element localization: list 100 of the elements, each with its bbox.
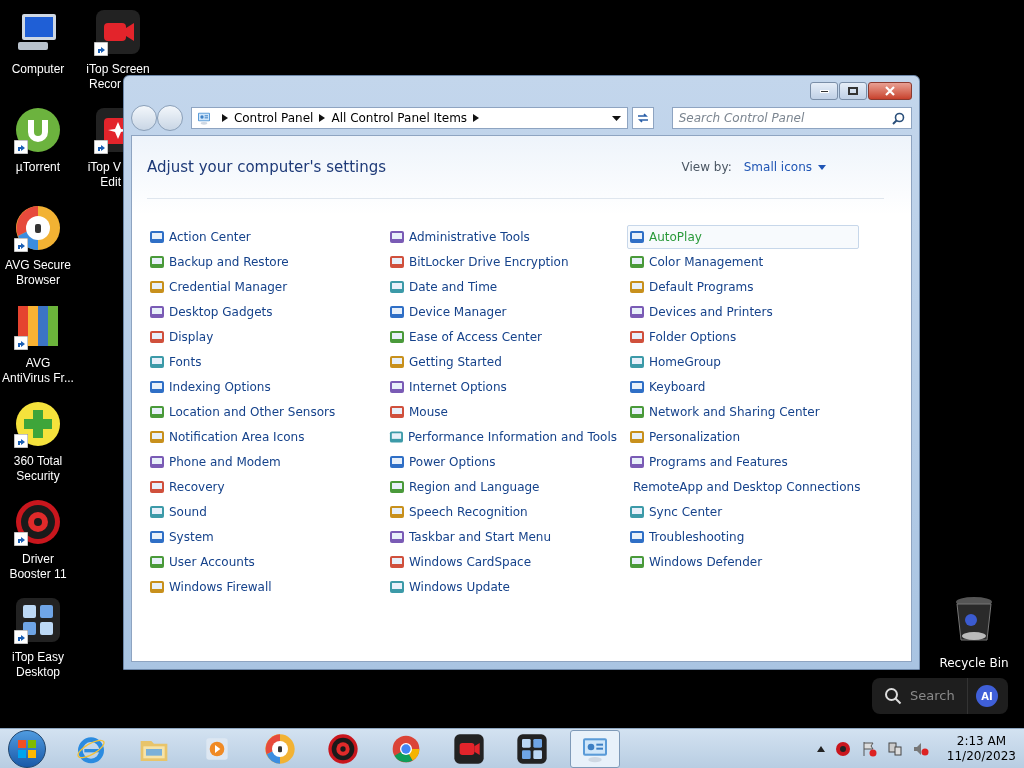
start-button[interactable] bbox=[8, 729, 46, 768]
desktop-icon-label[interactable]: Booster 11 bbox=[9, 567, 67, 582]
control-panel-item[interactable]: Windows Defender bbox=[627, 550, 859, 574]
applet-icon bbox=[629, 379, 645, 395]
desktop-icon-label[interactable]: Security bbox=[16, 469, 60, 484]
control-panel-item[interactable]: Color Management bbox=[627, 250, 859, 274]
control-panel-item[interactable]: Desktop Gadgets bbox=[147, 300, 379, 324]
control-panel-item[interactable]: System bbox=[147, 525, 379, 549]
applet-icon bbox=[149, 429, 165, 445]
desktop-icon-label[interactable]: µTorrent bbox=[15, 160, 61, 175]
applet-icon bbox=[629, 429, 645, 445]
forward-button[interactable] bbox=[156, 105, 183, 131]
applet-icon bbox=[389, 504, 405, 520]
applet-icon bbox=[629, 504, 645, 520]
dropdown-icon[interactable] bbox=[611, 115, 621, 121]
recycle-bin-icon bbox=[954, 596, 994, 644]
applet-icon bbox=[629, 554, 645, 570]
control-panel-item[interactable]: Fonts bbox=[147, 350, 379, 374]
desktop-icon-label[interactable]: iTop V bbox=[87, 160, 121, 175]
breadcrumb[interactable]: All Control Panel Items bbox=[331, 109, 468, 127]
control-panel-item[interactable]: Windows Update bbox=[387, 575, 619, 599]
ai-assistant-button[interactable]: AI bbox=[976, 685, 998, 707]
show-hidden-icons[interactable] bbox=[816, 745, 825, 752]
control-panel-item[interactable]: Ease of Access Center bbox=[387, 325, 619, 349]
control-panel-item[interactable]: Taskbar and Start Menu bbox=[387, 525, 619, 549]
control-panel-item[interactable]: Internet Options bbox=[387, 375, 619, 399]
desktop-icon-label[interactable]: AntiVirus Fr... bbox=[2, 371, 74, 386]
control-panel-item[interactable]: Network and Sharing Center bbox=[627, 400, 859, 424]
clock-date[interactable]: 11/20/2023 bbox=[946, 748, 1016, 764]
applet-icon bbox=[389, 429, 404, 445]
desktop-icon-label[interactable]: iTop Easy bbox=[12, 650, 64, 665]
control-panel-item[interactable]: Sound bbox=[147, 500, 379, 524]
control-panel-item[interactable]: Indexing Options bbox=[147, 375, 379, 399]
control-panel-item[interactable]: Getting Started bbox=[387, 350, 619, 374]
view-by-label: View by: bbox=[681, 159, 732, 176]
desktop-icon-label[interactable]: AVG bbox=[25, 356, 51, 371]
control-panel-item[interactable]: Credential Manager bbox=[147, 275, 379, 299]
control-panel-item[interactable]: Location and Other Sensors bbox=[147, 400, 379, 424]
control-panel-item[interactable]: AutoPlay bbox=[627, 225, 859, 249]
desktop-icon-label[interactable]: AVG Secure bbox=[5, 258, 71, 273]
desktop-icon-label[interactable]: Edit bbox=[100, 175, 121, 190]
control-panel-item[interactable]: Sync Center bbox=[627, 500, 859, 524]
applet-icon bbox=[149, 354, 165, 370]
maximize-button[interactable] bbox=[839, 82, 867, 100]
clock-time[interactable]: 2:13 AM bbox=[956, 733, 1007, 749]
network-icon[interactable] bbox=[886, 740, 903, 757]
control-panel-item[interactable]: RemoteApp and Desktop Connections bbox=[627, 475, 859, 499]
breadcrumb[interactable]: Control Panel bbox=[233, 109, 314, 127]
control-panel-item[interactable]: Windows Firewall bbox=[147, 575, 379, 599]
control-panel-item[interactable]: Folder Options bbox=[627, 325, 859, 349]
control-panel-item[interactable]: Notification Area Icons bbox=[147, 425, 379, 449]
refresh-button[interactable] bbox=[631, 107, 654, 129]
applet-icon bbox=[629, 304, 645, 320]
close-button[interactable] bbox=[868, 82, 912, 100]
flag-icon[interactable] bbox=[860, 740, 877, 757]
breadcrumb-arrow-icon bbox=[473, 114, 480, 122]
desktop-icon-label[interactable]: Computer bbox=[11, 62, 65, 77]
control-panel-item[interactable]: Speech Recognition bbox=[387, 500, 619, 524]
applet-icon bbox=[629, 229, 645, 245]
control-panel-item[interactable]: Administrative Tools bbox=[387, 225, 619, 249]
control-panel-item[interactable]: Date and Time bbox=[387, 275, 619, 299]
control-panel-item[interactable]: HomeGroup bbox=[627, 350, 859, 374]
windows-logo-icon bbox=[17, 738, 37, 759]
desktop-icon-label[interactable]: Driver bbox=[22, 552, 54, 567]
shortcut-arrow-icon bbox=[14, 532, 28, 546]
control-panel-item[interactable]: User Accounts bbox=[147, 550, 379, 574]
control-panel-item[interactable]: BitLocker Drive Encryption bbox=[387, 250, 619, 274]
desktop-icon-label[interactable]: iTop Screen bbox=[86, 62, 150, 77]
control-panel-item[interactable]: Performance Information and Tools bbox=[387, 425, 619, 449]
desktop-icon-label[interactable]: Recor bbox=[89, 77, 121, 92]
control-panel-item[interactable]: Device Manager bbox=[387, 300, 619, 324]
control-panel-item[interactable]: Keyboard bbox=[627, 375, 859, 399]
control-panel-item[interactable]: Backup and Restore bbox=[147, 250, 379, 274]
control-panel-item[interactable]: Action Center bbox=[147, 225, 379, 249]
address-bar[interactable]: Control Panel All Control Panel Items bbox=[190, 107, 628, 129]
desktop-icon-label[interactable]: Recycle Bin bbox=[939, 654, 1009, 672]
control-panel-item[interactable]: Personalization bbox=[627, 425, 859, 449]
control-panel-item[interactable]: Troubleshooting bbox=[627, 525, 859, 549]
search-field[interactable]: Search Control Panel bbox=[671, 107, 912, 129]
control-panel-item[interactable]: Default Programs bbox=[627, 275, 859, 299]
control-panel-item[interactable]: Power Options bbox=[387, 450, 619, 474]
control-panel-item[interactable]: Recovery bbox=[147, 475, 379, 499]
control-panel-item[interactable]: Display bbox=[147, 325, 379, 349]
control-panel-item[interactable]: Region and Language bbox=[387, 475, 619, 499]
control-panel-item[interactable]: Phone and Modem bbox=[147, 450, 379, 474]
control-panel-item[interactable]: Programs and Features bbox=[627, 450, 859, 474]
control-panel-item[interactable]: Mouse bbox=[387, 400, 619, 424]
desktop-icon-label[interactable]: 360 Total bbox=[13, 454, 63, 469]
view-by-dropdown[interactable]: Small icons bbox=[743, 158, 826, 176]
desktop-icon-label[interactable]: Browser bbox=[16, 273, 60, 288]
back-button[interactable] bbox=[131, 105, 157, 131]
control-panel-item[interactable]: Devices and Printers bbox=[627, 300, 859, 324]
shortcut-arrow-icon bbox=[94, 140, 108, 154]
applet-icon bbox=[389, 529, 405, 545]
page-heading: Adjust your computer's settings bbox=[147, 156, 387, 178]
applet-icon bbox=[149, 304, 165, 320]
desktop-icon-label[interactable]: Desktop bbox=[16, 665, 60, 680]
search-widget[interactable]: Search AI bbox=[872, 678, 1008, 714]
control-panel-item[interactable]: Windows CardSpace bbox=[387, 550, 619, 574]
plus-icon bbox=[14, 400, 62, 448]
